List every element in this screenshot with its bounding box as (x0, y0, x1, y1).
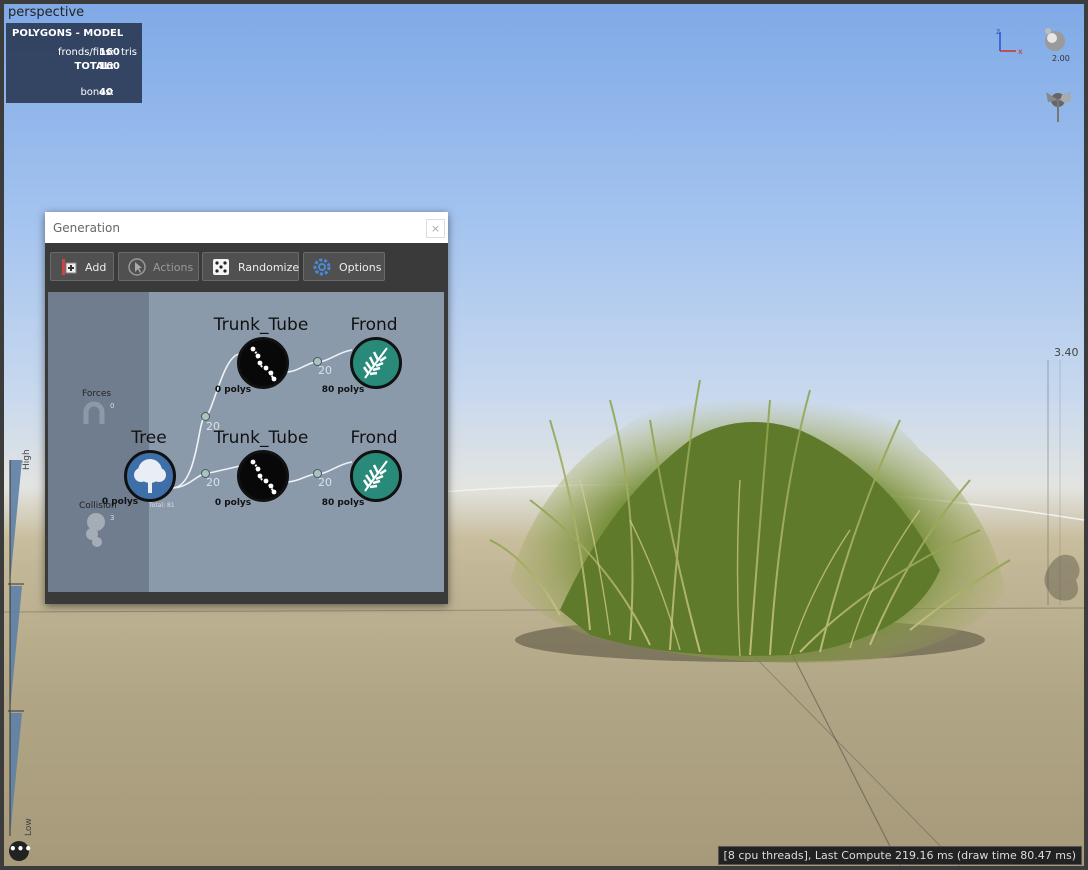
frond-node-label: Frond (350, 428, 398, 448)
trunk-tube-icon (250, 346, 277, 382)
actions-label: Actions (153, 261, 194, 274)
svg-text:x: x (1018, 47, 1023, 56)
trunk-tube-icon (250, 459, 277, 495)
stats-value-bones: 40 (99, 87, 113, 98)
connector-count: 20 (318, 476, 332, 489)
options-label: Options (339, 261, 382, 274)
actions-button[interactable]: Actions (118, 252, 199, 281)
trunk-node-label: Trunk_Tube (213, 315, 309, 335)
gear-icon (313, 258, 331, 276)
wind-fan-icon[interactable] (1040, 82, 1076, 126)
add-icon (62, 259, 77, 275)
3d-viewport[interactable]: perspective 3.40 z x 2.00 POLYGONS - MOD… (0, 0, 1088, 870)
generation-panel: Generation × Add Actions Randomize Optio… (45, 212, 448, 604)
frond-node[interactable] (350, 337, 402, 389)
status-bar: [8 cpu threads], Last Compute 219.16 ms … (717, 846, 1082, 865)
more-options-button[interactable]: ••• (9, 841, 32, 861)
trunk-polys: 0 polys (214, 498, 252, 508)
tree-polys: 0 polys (101, 497, 139, 507)
frond-polys: 80 polys (321, 385, 365, 395)
trunk-polys: 0 polys (214, 385, 252, 395)
randomize-button[interactable]: Randomize (202, 252, 299, 281)
options-button[interactable]: Options (303, 252, 385, 281)
generation-graph-canvas[interactable]: Forces 0 Collision 3 20 20 20 20 Tree 0 … (48, 292, 444, 592)
dice-icon (213, 259, 229, 275)
viewport-label: perspective (8, 5, 85, 20)
camera-silhouette (1044, 554, 1080, 601)
fern-icon (362, 460, 388, 492)
connector-count: 20 (206, 476, 220, 489)
grass-model (489, 375, 1011, 663)
stats-title: POLYGONS - MODEL (12, 28, 124, 39)
tree-node[interactable] (124, 450, 176, 502)
stats-label-fronds: fronds/fins: (57, 47, 114, 58)
cursor-icon (128, 258, 146, 276)
stats-value-total: 160 (99, 61, 120, 72)
svg-text:z: z (996, 27, 1000, 36)
connector-count: 20 (318, 364, 332, 377)
stats-label-total: TOTAL: (74, 61, 114, 72)
tree-total: Total: 81 (149, 502, 175, 509)
light-sphere-icon[interactable] (1038, 24, 1068, 54)
polygon-stats-panel: POLYGONS - MODEL fronds/fins: 160 tris T… (6, 23, 142, 103)
frond-node[interactable] (350, 450, 402, 502)
randomize-label: Randomize (238, 261, 300, 274)
trunk-node[interactable] (237, 450, 289, 502)
add-label: Add (85, 261, 107, 274)
ruler-low-label: Low (24, 818, 34, 836)
zoom-value: 2.00 (1052, 54, 1070, 63)
scale-value: 3.40 (1054, 346, 1079, 359)
generation-title: Generation (53, 221, 120, 235)
tree-node-label: Tree (131, 428, 167, 448)
add-button[interactable]: Add (50, 252, 114, 281)
stats-value-fronds: 160 (99, 47, 120, 58)
fern-icon (362, 347, 388, 379)
lod-ruler[interactable] (8, 458, 26, 838)
trunk-node-label: Trunk_Tube (213, 428, 309, 448)
frond-polys: 80 polys (321, 498, 365, 508)
stats-label-bones: bones: (80, 87, 114, 98)
close-button[interactable]: × (426, 219, 445, 238)
tree-icon (134, 459, 166, 493)
generation-titlebar[interactable]: Generation × (45, 212, 448, 243)
stats-unit-fronds: tris (121, 47, 138, 58)
axis-gizmo-icon[interactable]: z x (994, 26, 1026, 56)
ruler-high-label: High (22, 449, 32, 470)
frond-node-label: Frond (350, 315, 398, 335)
trunk-node[interactable] (237, 337, 289, 389)
